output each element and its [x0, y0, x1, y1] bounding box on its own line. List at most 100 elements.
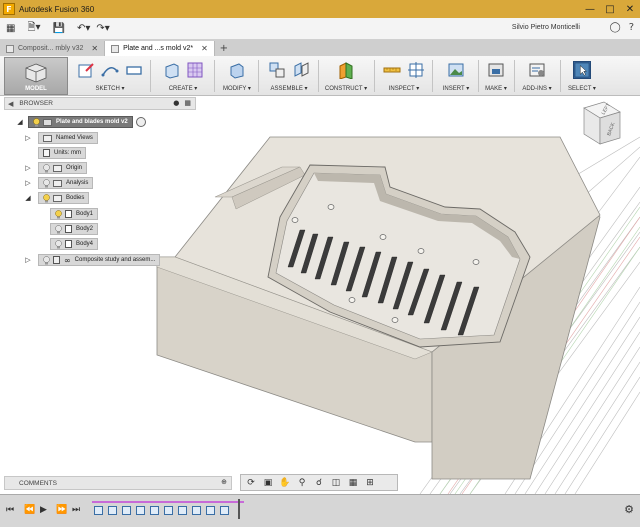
section-analysis-icon[interactable] [407, 61, 425, 79]
timeline-extrude-feature[interactable] [192, 506, 201, 515]
modify-group[interactable]: MODIFY ▾ [218, 58, 256, 94]
sketch-group[interactable]: SKETCH ▾ [72, 58, 148, 94]
comments-panel[interactable]: COMMENTS ⊕ [4, 476, 232, 490]
collapsed-triangle-icon[interactable]: ▷ [24, 255, 32, 265]
browser-root-item[interactable]: ◢ Plate and blades mold v2 [16, 116, 146, 128]
joint-icon[interactable] [292, 61, 310, 79]
visibility-bulb-icon[interactable] [43, 255, 50, 265]
browser-item-units[interactable]: Units: mm [32, 147, 86, 159]
browser-item-origin[interactable]: ▷ Origin [24, 162, 88, 174]
form-icon[interactable] [186, 61, 204, 79]
scripts-addins-icon[interactable] [528, 61, 546, 79]
visibility-bulb-icon[interactable] [55, 209, 62, 219]
collapsed-triangle-icon[interactable]: ▷ [24, 163, 32, 173]
zoom-icon[interactable]: ⚲ [295, 478, 309, 488]
browser-item-body4[interactable]: Body4 [44, 238, 99, 250]
file-menu-icon[interactable]: 🗎▾ [27, 20, 40, 38]
collapse-arrow-icon[interactable]: ◀ [8, 100, 13, 108]
browser-item-body1[interactable]: Body1 [44, 208, 99, 220]
timeline-settings-gear-icon[interactable]: ⚙ [624, 503, 634, 516]
browser-item-body2[interactable]: Body2 [44, 223, 99, 235]
timeline-track[interactable] [92, 499, 244, 519]
browser-expand-icon[interactable]: ▦ [184, 99, 191, 107]
browser-pin-icon[interactable]: ● [173, 99, 179, 107]
timeline-extrude-feature[interactable] [164, 506, 173, 515]
collapsed-triangle-icon[interactable]: ▷ [24, 133, 32, 143]
tab-plate-and-blades-mold[interactable]: Plate and ...s mold v2* ✕ [105, 41, 215, 56]
expanded-triangle-icon[interactable]: ◢ [24, 193, 32, 203]
extrude-icon[interactable] [162, 61, 180, 79]
collapsed-triangle-icon[interactable]: ▷ [24, 178, 32, 188]
visibility-bulb-icon[interactable] [55, 224, 62, 234]
browser-panel-header[interactable]: ◀ BROWSER ● ▦ [4, 97, 196, 110]
browser-item-named-views[interactable]: ▷ Named Views [24, 132, 98, 144]
visibility-bulb-icon[interactable] [43, 178, 50, 188]
close-tab-icon[interactable]: ✕ [91, 44, 98, 53]
insert-image-icon[interactable] [447, 61, 465, 79]
add-comment-plus-icon[interactable]: ⊕ [221, 478, 227, 486]
maximize-button[interactable]: □ [600, 0, 620, 18]
redo-icon[interactable]: ↷▾ [96, 20, 109, 38]
timeline-extrude-feature[interactable] [136, 506, 145, 515]
workspace-switcher-button[interactable]: MODEL [4, 57, 68, 95]
activate-component-icon[interactable] [135, 117, 146, 127]
help-icon[interactable]: ? [629, 22, 634, 33]
offset-plane-icon[interactable] [337, 61, 355, 79]
timeline-extrude-feature[interactable] [150, 506, 159, 515]
step-forward-icon[interactable]: ⏩ [56, 505, 67, 515]
timeline-sketch-feature[interactable] [94, 506, 103, 515]
visibility-bulb-icon[interactable] [43, 163, 50, 173]
line-sketch-icon[interactable] [101, 61, 119, 79]
create-sketch-icon[interactable] [77, 61, 95, 79]
minimize-button[interactable]: — [580, 0, 600, 18]
press-pull-icon[interactable] [228, 61, 246, 79]
new-tab-plus-icon[interactable]: + [215, 41, 233, 56]
select-arrow-icon[interactable] [573, 61, 591, 79]
timeline-extrude-feature[interactable] [220, 506, 229, 515]
visibility-bulb-icon[interactable] [33, 117, 40, 127]
save-icon[interactable]: 💾 [53, 20, 65, 38]
undo-icon[interactable]: ↶▾ [77, 20, 90, 38]
pan-hand-icon[interactable]: ✋ [278, 478, 292, 488]
grid-settings-icon[interactable]: ▦ [346, 478, 360, 488]
user-account-name[interactable]: Silvio Pietro Monticelli [512, 24, 580, 31]
select-group[interactable]: SELECT ▾ [562, 58, 602, 94]
timeline-extrude-feature[interactable] [206, 506, 215, 515]
new-component-icon[interactable] [268, 61, 286, 79]
rectangle-sketch-icon[interactable] [125, 61, 143, 79]
play-icon[interactable]: ▶ [40, 505, 47, 515]
browser-item-bodies[interactable]: ◢ Bodies [24, 192, 90, 204]
mold-model[interactable] [0, 97, 640, 494]
orbit-icon[interactable]: ⟳ [244, 478, 258, 488]
3d-viewport[interactable] [0, 97, 640, 494]
expanded-triangle-icon[interactable]: ◢ [16, 117, 24, 127]
step-back-icon[interactable]: ⏪ [24, 505, 35, 515]
assemble-group[interactable]: ASSEMBLE ▾ [262, 58, 316, 94]
look-at-icon[interactable]: ▣ [261, 478, 275, 488]
browser-item-composite-study[interactable]: ▷ ∞ Composite study and assem... [24, 254, 161, 266]
job-status-icon[interactable]: ◯ [609, 22, 620, 33]
measure-icon[interactable] [383, 61, 401, 79]
create-group[interactable]: CREATE ▾ [154, 58, 212, 94]
inspect-group[interactable]: INSPECT ▾ [378, 58, 430, 94]
visibility-bulb-icon[interactable] [43, 193, 50, 203]
3d-print-icon[interactable] [487, 61, 505, 79]
insert-group[interactable]: INSERT ▾ [436, 58, 476, 94]
viewports-icon[interactable]: ⊞ [363, 478, 377, 488]
display-settings-icon[interactable]: ◫ [329, 478, 343, 488]
timeline-extrude-feature[interactable] [178, 506, 187, 515]
make-group[interactable]: MAKE ▾ [480, 58, 512, 94]
construct-group[interactable]: CONSTRUCT ▾ [320, 58, 372, 94]
tab-composite-assembly[interactable]: Composit... mbly v32 ✕ [0, 41, 106, 56]
timeline-marker[interactable] [238, 499, 240, 519]
go-to-end-icon[interactable]: ⏭ [72, 505, 80, 515]
close-window-button[interactable]: ✕ [620, 0, 640, 18]
data-panel-grid-icon[interactable]: ▦ [6, 20, 15, 38]
close-tab-icon[interactable]: ✕ [201, 44, 208, 53]
viewcube[interactable]: LEFT BACK [574, 100, 626, 148]
go-to-start-icon[interactable]: ⏮ [6, 505, 14, 515]
timeline-extrude-feature[interactable] [122, 506, 131, 515]
fit-view-icon[interactable]: ☌ [312, 478, 326, 488]
timeline-extrude-feature[interactable] [108, 506, 117, 515]
browser-item-analysis[interactable]: ▷ Analysis [24, 177, 94, 189]
